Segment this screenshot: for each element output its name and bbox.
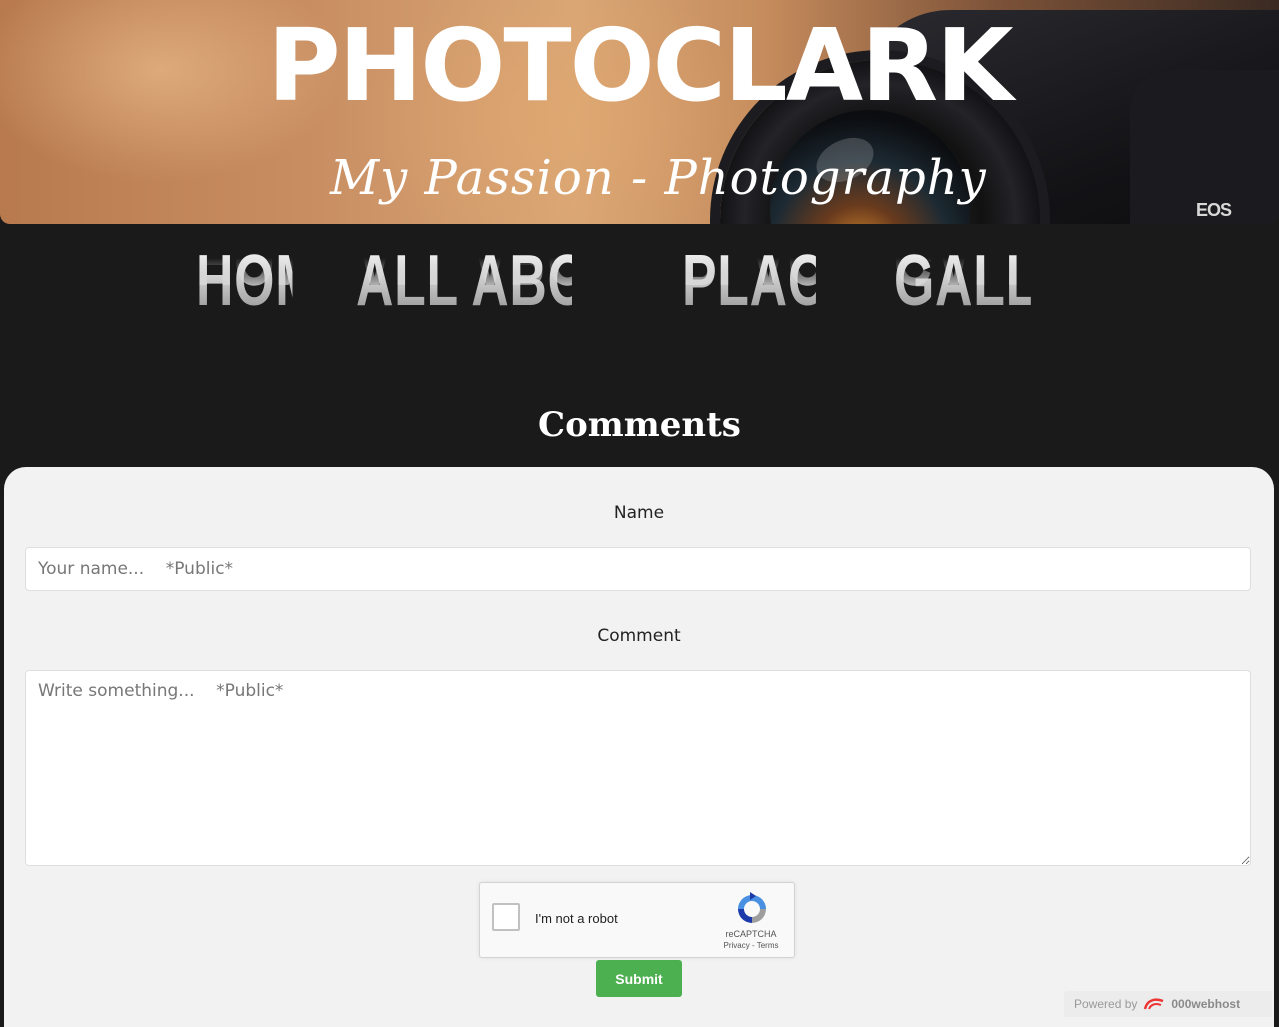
webhost-logo-icon: [1144, 998, 1164, 1010]
nav-item-reflection: Gallery: [894, 258, 1031, 300]
header-banner: EOS PHOTOCLARK My Passion - Photography: [0, 0, 1279, 224]
powered-by-badge[interactable]: Powered by 000webhost: [1064, 991, 1272, 1017]
comment-form: Name Comment I'm not a robot reCAPTCHA P…: [4, 467, 1274, 1027]
recaptcha-brand: reCAPTCHA: [725, 929, 777, 939]
camera-model-badge: EOS: [1196, 200, 1232, 220]
recaptcha-checkbox[interactable]: [492, 903, 520, 931]
nav-item-home[interactable]: Home Home: [196, 240, 354, 365]
submit-button[interactable]: Submit: [596, 960, 682, 997]
webhost-brand: 000webhost: [1171, 997, 1241, 1011]
recaptcha-label: I'm not a robot: [535, 911, 618, 926]
comments-heading: Comments: [538, 405, 741, 445]
main-nav: Home Home All About Me All About Me Plac…: [0, 240, 1279, 365]
comment-textarea[interactable]: [25, 670, 1251, 866]
nav-item-reflection: All About Me: [356, 258, 572, 300]
nav-item-reflection: Home: [196, 258, 292, 300]
name-label: Name: [613, 503, 665, 523]
site-tagline: My Passion - Photography: [330, 150, 987, 206]
nav-item-places[interactable]: Places Places: [682, 240, 896, 365]
recaptcha-icon: [738, 892, 766, 923]
powered-by-label: Powered by: [1074, 997, 1138, 1011]
site-title: PHOTOCLARK: [267, 7, 1013, 124]
name-input[interactable]: [25, 547, 1251, 591]
comment-label: Comment: [597, 626, 681, 646]
recaptcha-widget: I'm not a robot reCAPTCHA Privacy - Term…: [479, 882, 795, 958]
recaptcha-links[interactable]: Privacy - Terms: [716, 941, 786, 950]
nav-item-gallery[interactable]: Gallery Gallery: [894, 240, 1144, 365]
nav-item-all-about-me[interactable]: All About Me All About Me: [356, 240, 753, 365]
nav-item-reflection: Places: [682, 258, 816, 300]
